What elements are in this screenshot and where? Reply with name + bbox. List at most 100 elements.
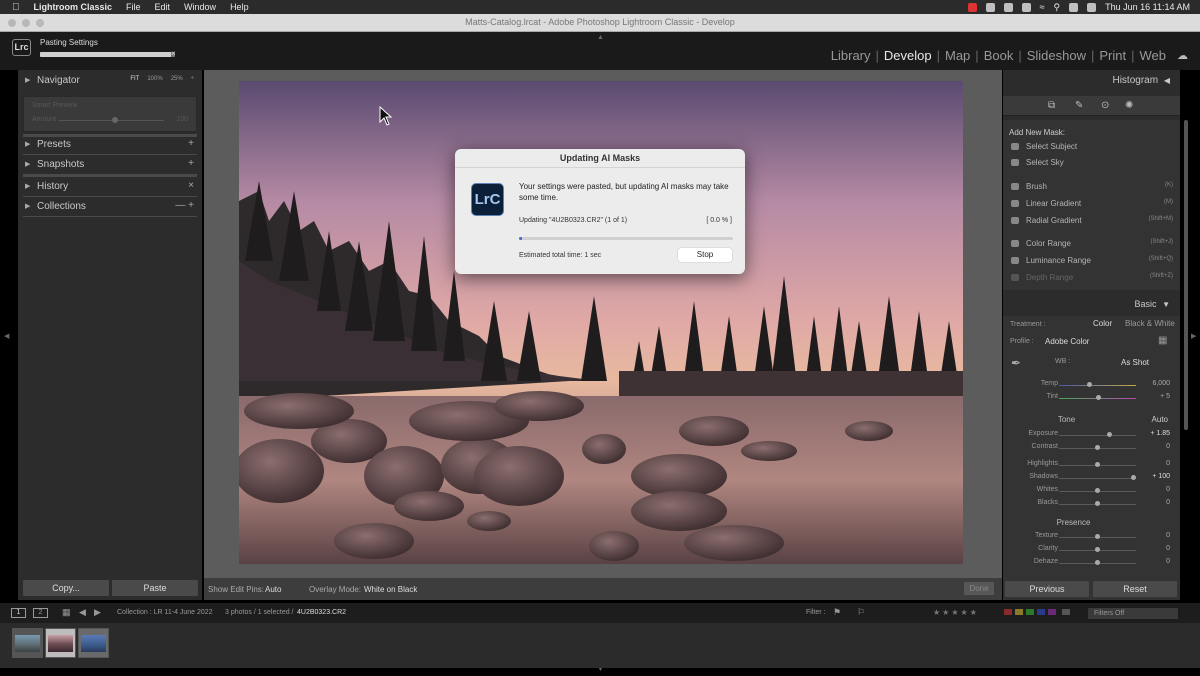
stop-button[interactable]: Stop (678, 248, 732, 262)
collections-actions[interactable]: — + (175, 200, 194, 211)
top-panel-toggle-icon[interactable]: ▲ (597, 34, 604, 41)
module-slideshow[interactable]: Slideshow (1022, 48, 1091, 63)
cloud-sync-icon[interactable]: ☁ (1177, 49, 1188, 62)
zoom-25[interactable]: 25% (171, 76, 183, 82)
slider-knob[interactable] (1131, 475, 1136, 480)
treatment-black-white[interactable]: Black & White (1125, 319, 1175, 328)
healing-tool-icon[interactable]: ✎ (1075, 100, 1083, 111)
module-library[interactable]: Library (826, 48, 876, 63)
menu-help[interactable]: Help (230, 2, 249, 12)
snapshots-header[interactable]: ▶ Snapshots + (18, 156, 202, 174)
module-map[interactable]: Map (940, 48, 975, 63)
temp-slider[interactable]: Temp 6,000 (1003, 380, 1180, 392)
siri-icon[interactable] (1087, 2, 1097, 12)
treatment-color[interactable]: Color (1093, 319, 1112, 328)
highlights-slider[interactable]: Highlights 0 (1003, 460, 1180, 472)
flag-filter-icon[interactable]: ⚑ (833, 607, 841, 618)
filter-presets-dropdown[interactable]: Filters Off (1088, 608, 1178, 619)
grid-view-icon[interactable]: ▦ (62, 607, 71, 618)
selected-filename[interactable]: 4U2B0323.CR2 (297, 609, 346, 616)
zoom-more[interactable]: ÷ (191, 76, 194, 82)
done-button[interactable]: Done (964, 582, 994, 595)
collections-header[interactable]: ▶ Collections — + (18, 198, 202, 216)
clock[interactable]: Thu Jun 16 11:14 AM (1105, 2, 1190, 12)
main-screen-button[interactable]: 1 (11, 608, 26, 618)
color-label-other[interactable] (1062, 609, 1070, 615)
color-label-blue[interactable] (1037, 609, 1045, 615)
basic-header[interactable]: Basic ▼ (1135, 299, 1170, 309)
overlay-mode-dropdown[interactable]: White on Black (364, 585, 417, 594)
rating-filter-stars[interactable]: ★★★★★ (933, 608, 979, 617)
exposure-slider[interactable]: Exposure + 1.85 (1003, 430, 1180, 442)
cancel-activity-icon[interactable]: × (171, 49, 176, 58)
slider-knob[interactable] (1095, 501, 1100, 506)
color-label-green[interactable] (1026, 609, 1034, 615)
copy-button[interactable]: Copy... (23, 580, 109, 596)
unflagged-filter-icon[interactable]: ⚐ (857, 607, 865, 618)
edit-pins-dropdown[interactable]: Auto (265, 585, 281, 594)
zoom-fit[interactable]: FIT (130, 76, 139, 82)
clarity-slider[interactable]: Clarity 0 (1003, 545, 1180, 557)
menu-edit[interactable]: Edit (155, 2, 171, 12)
white-balance-picker-icon[interactable]: ✒ (1011, 356, 1021, 370)
bluetooth-icon[interactable] (1021, 2, 1031, 12)
auto-tone-button[interactable]: Auto (1152, 415, 1168, 424)
mask-brush[interactable]: Brush (K) (1009, 182, 1177, 194)
filmstrip-thumbnail[interactable] (12, 628, 43, 658)
masking-tool-icon[interactable]: ✺ (1125, 100, 1133, 111)
previous-button[interactable]: Previous (1005, 581, 1089, 597)
filmstrip-thumbnail[interactable] (78, 628, 109, 658)
contrast-slider[interactable]: Contrast 0 (1003, 443, 1180, 455)
paste-button[interactable]: Paste (112, 580, 198, 596)
crop-tool-icon[interactable]: ⧉ (1048, 100, 1055, 111)
slider-knob[interactable] (1087, 382, 1092, 387)
menu-window[interactable]: Window (184, 2, 216, 12)
color-label-red[interactable] (1004, 609, 1012, 615)
slider-knob[interactable] (1096, 395, 1101, 400)
mask-select-subject[interactable]: Select Subject (1009, 142, 1177, 154)
app-menu[interactable]: Lightroom Classic (34, 2, 113, 12)
mask-radial-gradient[interactable]: Radial Gradient (Shift+M) (1009, 216, 1177, 228)
histogram-header[interactable]: Histogram ◀ (1112, 75, 1170, 86)
wifi-icon[interactable]: ≈ (1040, 2, 1045, 12)
module-develop[interactable]: Develop (879, 48, 937, 63)
profile-dropdown[interactable]: Adobe Color (1045, 337, 1089, 346)
module-book[interactable]: Book (979, 48, 1019, 63)
history-header[interactable]: ▶ History × (18, 178, 202, 196)
menu-file[interactable]: File (126, 2, 141, 12)
zoom-100[interactable]: 100% (147, 76, 162, 82)
dehaze-slider[interactable]: Dehaze 0 (1003, 558, 1180, 570)
color-label-purple[interactable] (1048, 609, 1056, 615)
reset-button[interactable]: Reset (1093, 581, 1177, 597)
add-snapshot-icon[interactable]: + (188, 158, 194, 169)
control-center-icon[interactable] (1069, 2, 1079, 12)
record-icon[interactable] (967, 2, 977, 12)
filmstrip-thumbnail-selected[interactable] (45, 628, 76, 658)
clear-history-icon[interactable]: × (188, 180, 194, 191)
slider-knob[interactable] (1095, 534, 1100, 539)
back-arrow-icon[interactable]: ◀ (79, 607, 86, 618)
slider-knob[interactable] (1095, 560, 1100, 565)
presets-header[interactable]: ▶ Presets + (18, 136, 202, 154)
blacks-slider[interactable]: Blacks 0 (1003, 499, 1180, 511)
add-preset-icon[interactable]: + (188, 138, 194, 149)
texture-slider[interactable]: Texture 0 (1003, 532, 1180, 544)
color-label-yellow[interactable] (1015, 609, 1023, 615)
apple-menu-icon[interactable]:  (12, 2, 20, 13)
wb-dropdown[interactable]: As Shot (1121, 358, 1149, 367)
module-web[interactable]: Web (1135, 48, 1172, 63)
slider-knob[interactable] (1107, 432, 1112, 437)
profile-browser-icon[interactable]: ▦ (1158, 335, 1167, 346)
play-icon[interactable] (1003, 2, 1013, 12)
shadows-slider[interactable]: Shadows + 100 (1003, 473, 1180, 485)
mask-linear-gradient[interactable]: Linear Gradient (M) (1009, 199, 1177, 211)
mask-luminance-range[interactable]: Luminance Range (Shift+Q) (1009, 256, 1177, 268)
navigator-preview[interactable]: Smart Preview Amount 100 (23, 96, 197, 132)
slider-knob[interactable] (1095, 462, 1100, 467)
right-panel-scrollbar[interactable] (1184, 120, 1188, 430)
slider-knob[interactable] (1095, 547, 1100, 552)
right-panel-toggle-icon[interactable]: ▶ (1191, 332, 1196, 340)
search-icon[interactable]: ⚲ (1054, 2, 1061, 13)
tint-slider[interactable]: Tint + 5 (1003, 393, 1180, 405)
collection-source[interactable]: Collection : LR 11-4 June 2022 (117, 609, 213, 616)
